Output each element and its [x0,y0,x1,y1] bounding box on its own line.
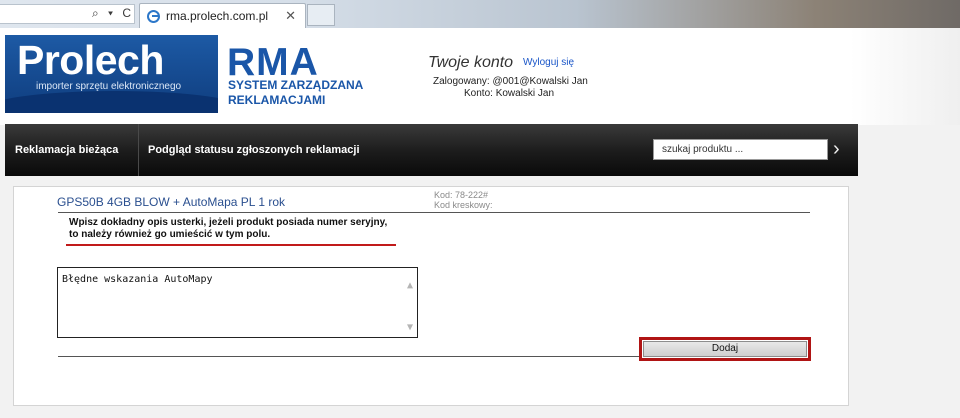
rma-subtitle-line2: REKLAMACJAMI [228,93,326,107]
prolech-logo[interactable]: Prolech importer sprzętu elektronicznego [5,35,218,113]
fault-description-value: Błędne wskazania AutoMapy [62,274,213,285]
fault-description-field[interactable]: Błędne wskazania AutoMapy ▲ ▼ [57,267,418,338]
account-name: Konto: Kowalski Jan [464,88,555,99]
product-name: GPS50B 4GB BLOW + AutoMapa PL 1 rok [57,195,286,209]
close-icon[interactable]: ✕ [285,8,296,24]
header-decoration [850,28,960,125]
highlight-underline [66,244,396,246]
logo-band [5,91,218,113]
product-code: Kod: 78-222# [434,190,489,200]
add-button-highlight: Dodaj [639,337,811,361]
browser-tab[interactable]: rma.prolech.com.pl ✕ [139,3,306,28]
logo-tagline: importer sprzętu elektronicznego [36,81,182,92]
nav-divider [138,124,139,176]
nav-item-current-complaint[interactable]: Reklamacja bieżąca [15,124,118,176]
browser-toolbar: ⌕ ▾ C rma.prolech.com.pl ✕ [0,0,960,28]
divider [58,212,810,213]
rma-subtitle-line1: SYSTEM ZARZĄDZANA [228,78,364,92]
logged-in-user: Zalogowany: @001@Kowalski Jan [433,76,588,87]
instruction-line-2: to należy również go umieścić w tym polu… [69,229,271,240]
product-codes: Kod: 78-222# Kod kreskowy: [434,190,493,210]
main-nav: Reklamacja bieżąca Podgląd statusu zgłos… [5,124,858,176]
new-tab-button[interactable] [307,4,335,26]
add-button[interactable]: Dodaj [643,341,807,357]
chevron-right-icon[interactable]: › [833,137,851,163]
address-bar-icons[interactable]: ⌕ ▾ C [92,6,134,21]
logout-link[interactable]: Wyloguj się [523,57,574,68]
complaint-form-panel: GPS50B 4GB BLOW + AutoMapa PL 1 rok Kod:… [13,186,849,406]
tab-title: rma.prolech.com.pl [166,9,269,23]
scroll-down-icon[interactable]: ▼ [407,322,413,333]
rma-subtitle: SYSTEM ZARZĄDZANA REKLAMACJAMI [228,78,363,108]
site-header: Prolech importer sprzętu elektronicznego… [0,28,960,125]
scroll-up-icon[interactable]: ▲ [407,280,413,291]
account-title: Twoje konto [428,54,514,71]
instruction-line-1: Wpisz dokładny opis usterki, jeżeli prod… [69,217,388,228]
instruction-text: Wpisz dokładny opis usterki, jeżeli prod… [69,217,387,241]
ie-favicon-icon [147,10,160,23]
logo-text: Prolech [17,37,164,83]
nav-item-complaint-status[interactable]: Podgląd statusu zgłoszonych reklamacji [148,124,360,176]
search-input[interactable]: szukaj produktu ... [653,139,828,160]
product-barcode: Kod kreskowy: [434,200,493,210]
